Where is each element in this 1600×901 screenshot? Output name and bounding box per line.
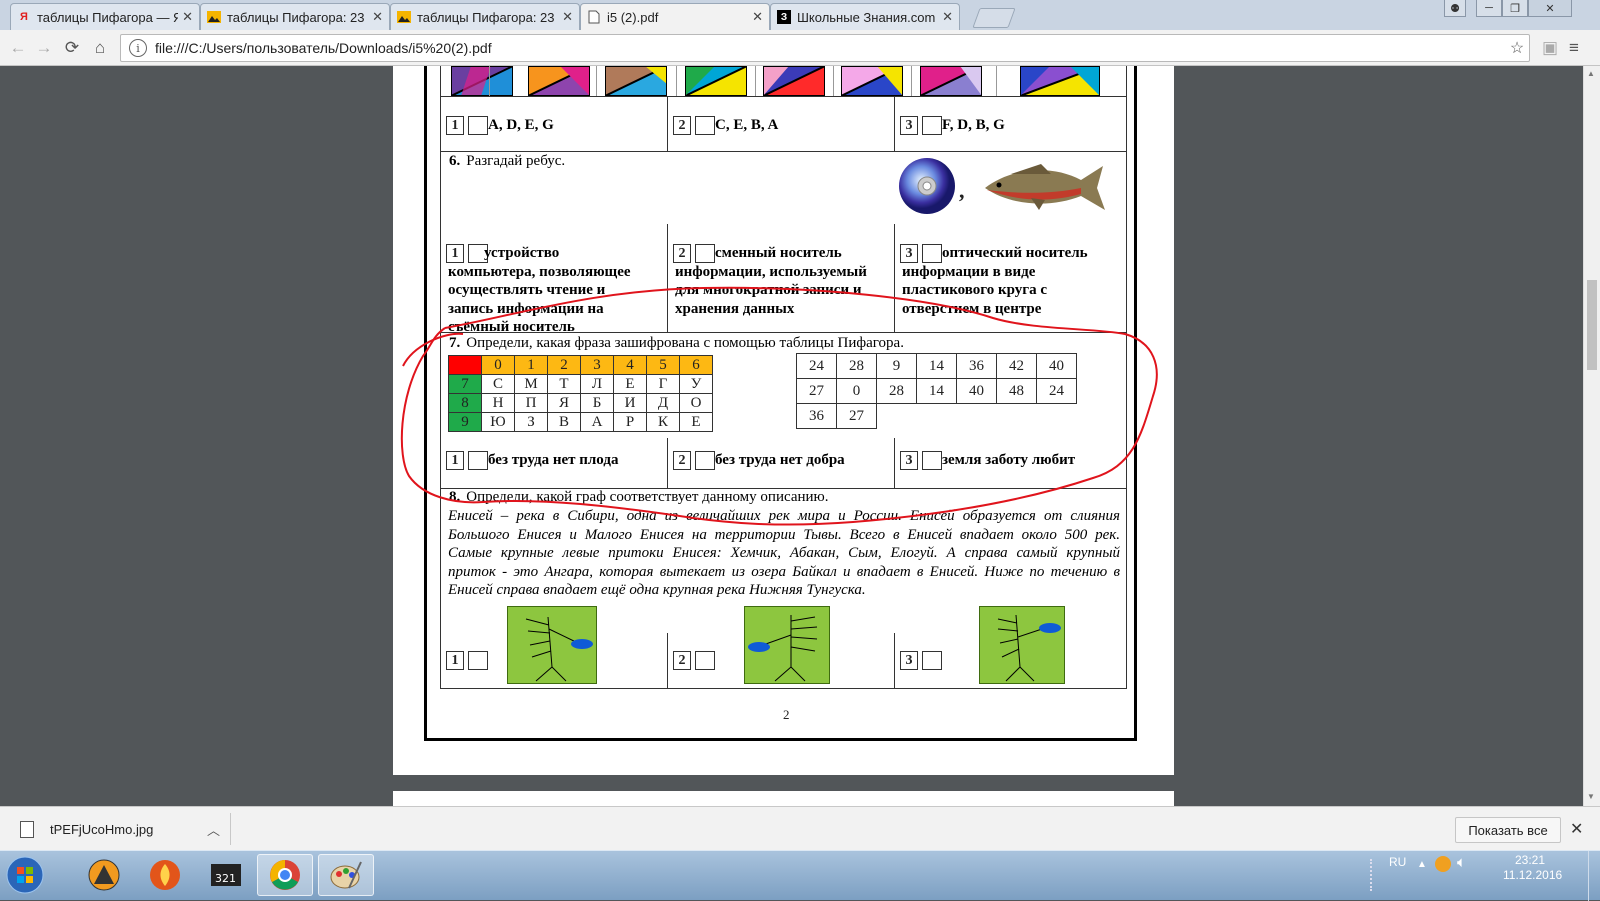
clock-time[interactable]: 23:21 [1515, 853, 1545, 867]
start-button[interactable] [2, 854, 48, 896]
tray-grip [1370, 859, 1384, 891]
extension-icon[interactable]: ▣ [1538, 36, 1562, 60]
menu-icon[interactable]: ≡ [1562, 36, 1586, 60]
address-bar[interactable]: i file:///C:/Users/пользователь/Download… [120, 34, 1530, 62]
scroll-down-icon[interactable]: ▼ [1587, 792, 1595, 801]
back-icon[interactable]: ← [6, 36, 30, 60]
download-bar: tPEFjUcoHmo.jpg ︿ Показать все ✕ [0, 806, 1600, 850]
vertical-scrollbar[interactable]: ▲ ▼ [1583, 66, 1600, 806]
red-annotation-scribble [400, 286, 1158, 526]
download-filename[interactable]: tPEFjUcoHmo.jpg [50, 822, 153, 837]
page-icon [587, 10, 601, 24]
new-tab-button[interactable] [972, 8, 1016, 28]
tab-pdf[interactable]: i5 (2).pdf ✕ [580, 3, 770, 30]
chrome-icon[interactable] [257, 854, 313, 896]
paint-icon[interactable] [318, 854, 374, 896]
clock-date[interactable]: 11.12.2016 [1503, 868, 1562, 882]
close-download-bar-icon[interactable]: ✕ [1570, 819, 1583, 839]
next-pdf-page [393, 791, 1174, 806]
language-indicator[interactable]: RU [1389, 855, 1406, 869]
svg-text:321: 321 [215, 872, 236, 885]
show-all-button[interactable]: Показать все [1455, 817, 1561, 843]
scroll-up-icon[interactable]: ▲ [1587, 69, 1595, 78]
image-icon [397, 10, 411, 24]
bookmark-star-icon[interactable]: ☆ [1505, 38, 1529, 58]
close-tab-icon[interactable]: ✕ [182, 9, 193, 25]
burner-icon[interactable] [137, 854, 193, 896]
address-text[interactable]: file:///C:/Users/пользователь/Downloads/… [155, 40, 1505, 56]
close-tab-icon[interactable]: ✕ [942, 9, 953, 25]
show-hidden-icons-icon[interactable]: ▲ [1417, 859, 1427, 870]
close-tab-icon[interactable]: ✕ [372, 9, 383, 25]
tab-title: таблицы Пифагора: 23 т [227, 9, 369, 25]
tab-znanija[interactable]: З Школьные Знания.com ✕ [770, 3, 960, 30]
media-player-icon[interactable]: 321 [198, 854, 254, 896]
yandex-icon: Я [20, 11, 28, 23]
pdf-viewer[interactable]: 1 A, D, E, G 2 C, E, B, A 3 F, D, B, G 6… [0, 66, 1583, 806]
download-item[interactable]: tPEFjUcoHmo.jpg ︿ [10, 813, 220, 845]
scrollbar-thumb[interactable] [1587, 280, 1597, 370]
tab-yandex-search[interactable]: Я таблицы Пифагора — Я ✕ [10, 3, 200, 30]
tab-title: i5 (2).pdf [607, 9, 659, 25]
file-icon [20, 820, 34, 838]
tab-strip: Я таблицы Пифагора — Я ✕ таблицы Пифагор… [0, 0, 1600, 30]
tab-title: таблицы Пифагора — Я [37, 9, 179, 25]
toolbar: ← → ⟳ ⌂ i file:///C:/Users/пользователь/… [0, 30, 1600, 66]
tab-images-1[interactable]: таблицы Пифагора: 23 т ✕ [200, 3, 390, 30]
info-icon[interactable]: i [129, 39, 147, 57]
minimize-button[interactable]: ─ [1476, 0, 1502, 17]
reload-icon[interactable]: ⟳ [60, 36, 84, 60]
notification-app-icon[interactable] [1435, 856, 1451, 872]
home-icon[interactable]: ⌂ [88, 36, 112, 60]
close-tab-icon[interactable]: ✕ [752, 9, 763, 25]
close-window-button[interactable]: ✕ [1528, 0, 1572, 17]
close-tab-icon[interactable]: ✕ [562, 9, 573, 25]
user-icon[interactable]: ⚉ [1444, 0, 1466, 17]
show-desktop-button[interactable] [1588, 851, 1600, 901]
tab-title: Школьные Знания.com [797, 9, 936, 25]
taskbar: 321 RU ▲ 🔈︎ 23:21 11.12.2016 [0, 850, 1600, 901]
znanija-icon: З [777, 10, 791, 24]
tab-title: таблицы Пифагора: 23 т [417, 9, 559, 25]
image-icon [207, 10, 221, 24]
tab-images-2[interactable]: таблицы Пифагора: 23 т ✕ [390, 3, 580, 30]
restore-button[interactable]: ❐ [1502, 0, 1528, 17]
pdf-page: 1 A, D, E, G 2 C, E, B, A 3 F, D, B, G 6… [393, 66, 1174, 775]
aimp-icon[interactable] [76, 854, 132, 896]
chevron-up-icon[interactable]: ︿ [207, 820, 220, 839]
volume-icon[interactable]: 🔈︎ [1457, 854, 1466, 871]
system-tray: RU ▲ 🔈︎ 23:21 11.12.2016 [1370, 851, 1600, 901]
forward-icon[interactable]: → [32, 36, 56, 60]
